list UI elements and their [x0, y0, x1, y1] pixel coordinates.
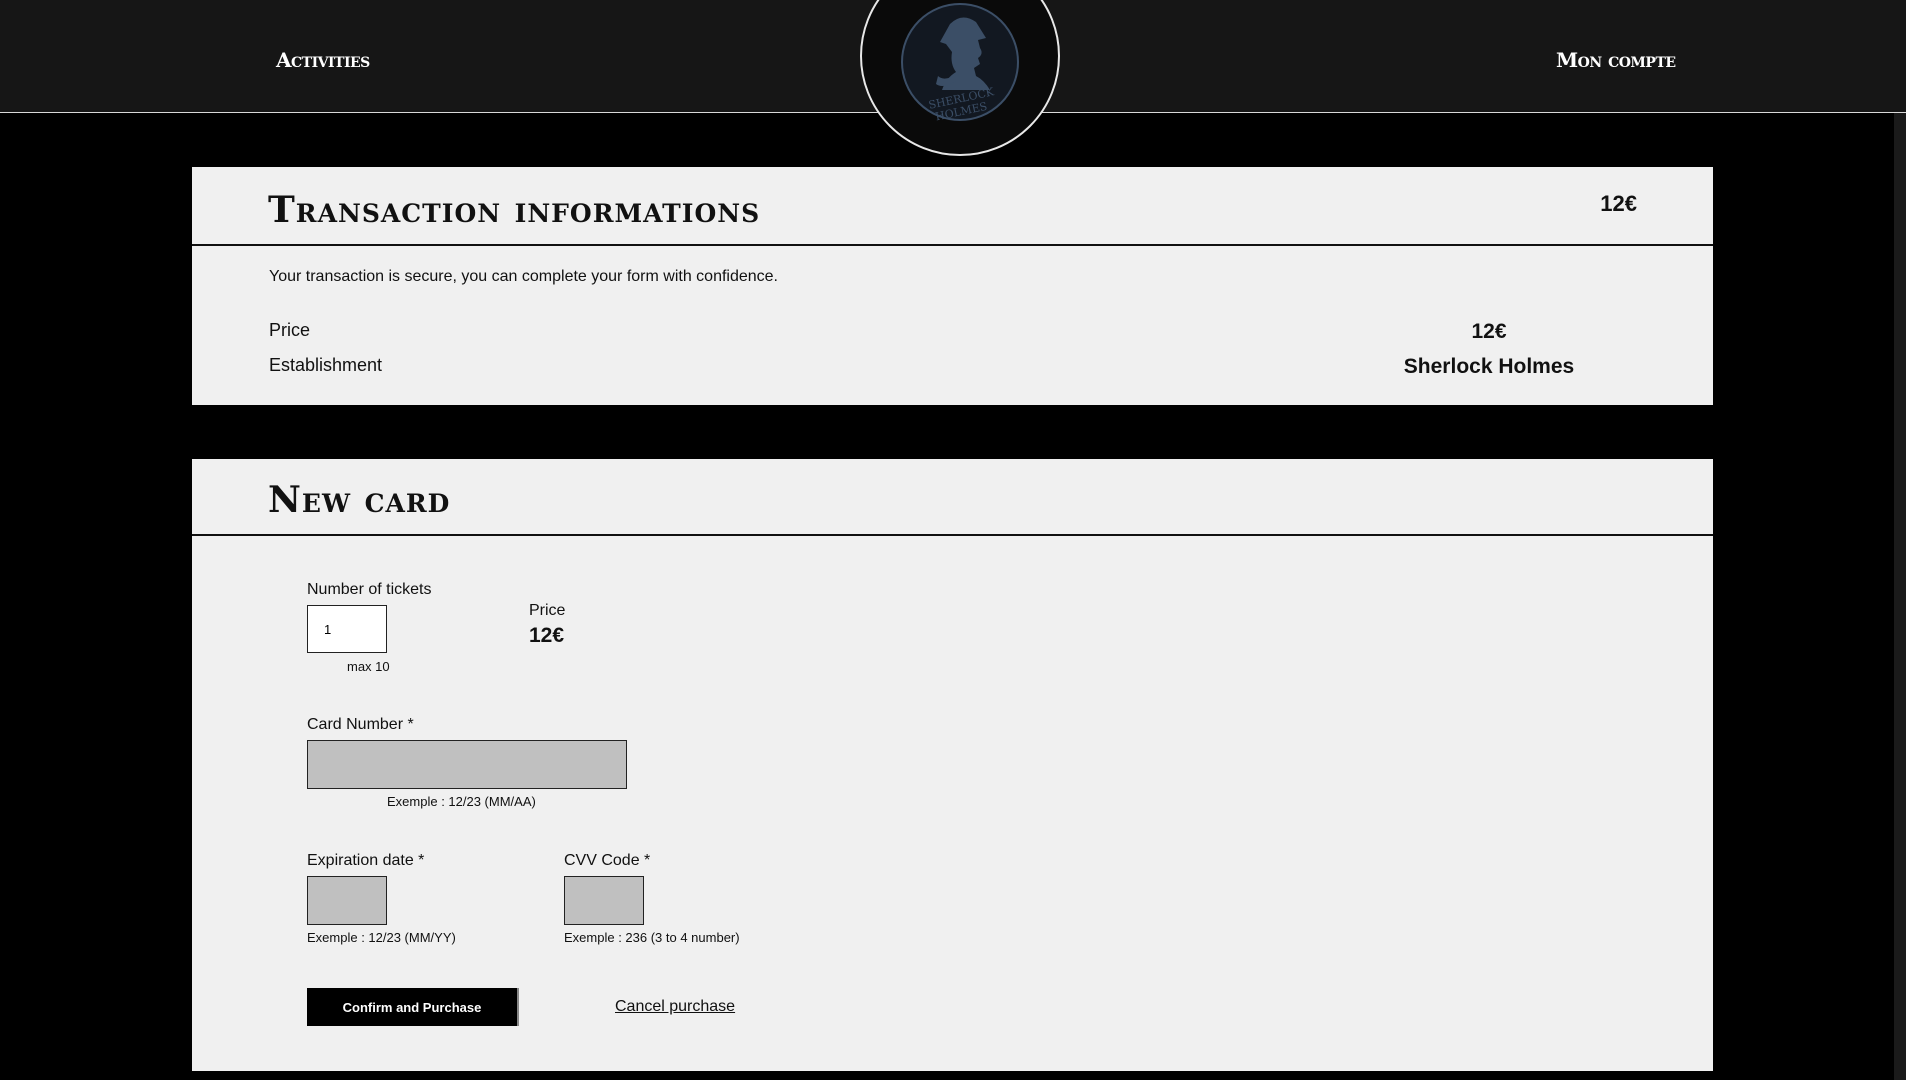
new-card-title: New card: [268, 479, 451, 521]
transaction-info-card: Transaction informations 12€ Your transa…: [192, 167, 1713, 405]
expiration-label: Expiration date *: [307, 852, 425, 869]
tickets-label: Number of tickets: [307, 581, 432, 598]
expiration-input[interactable]: [307, 876, 387, 925]
card-number-input[interactable]: [307, 740, 627, 789]
secure-message: Your transaction is secure, you can comp…: [269, 268, 778, 285]
nav-activities-link[interactable]: Activities: [276, 48, 370, 72]
cvv-label: CVV Code *: [564, 852, 651, 869]
price-value: 12€: [1471, 320, 1507, 343]
expiration-help: Exemple : 12/23 (MM/YY): [307, 930, 456, 945]
new-card-form-card: New card Number of tickets max 10 Price …: [192, 459, 1713, 1071]
card-number-label: Card Number *: [307, 716, 414, 733]
price-summary-label: Price: [529, 602, 566, 619]
cvv-input[interactable]: [564, 876, 644, 925]
site-logo[interactable]: SHERLOCK HOLMES: [860, 0, 1060, 156]
confirm-purchase-button[interactable]: Confirm and Purchase: [307, 988, 519, 1026]
page-scrollbar[interactable]: [1894, 0, 1906, 1080]
sherlock-holmes-logo-icon: SHERLOCK HOLMES: [901, 3, 1019, 122]
tickets-input[interactable]: [307, 605, 387, 653]
site-header: Activities SHERLOCK HOLMES Mon compte: [0, 0, 1906, 156]
tickets-help: max 10: [347, 659, 390, 674]
establishment-value: Sherlock Holmes: [1403, 355, 1575, 378]
card-number-help: Exemple : 12/23 (MM/AA): [387, 794, 536, 809]
price-summary-value: 12€: [529, 624, 565, 647]
cvv-help: Exemple : 236 (3 to 4 number): [564, 930, 740, 945]
transaction-title: Transaction informations: [268, 189, 761, 231]
cancel-purchase-link[interactable]: Cancel purchase: [615, 998, 735, 1016]
establishment-label: Establishment: [269, 355, 383, 375]
new-card-divider: [192, 534, 1713, 536]
transaction-divider: [192, 244, 1713, 246]
price-label: Price: [269, 320, 311, 340]
nav-account-link[interactable]: Mon compte: [1556, 48, 1676, 72]
transaction-top-price: 12€: [1600, 191, 1637, 216]
